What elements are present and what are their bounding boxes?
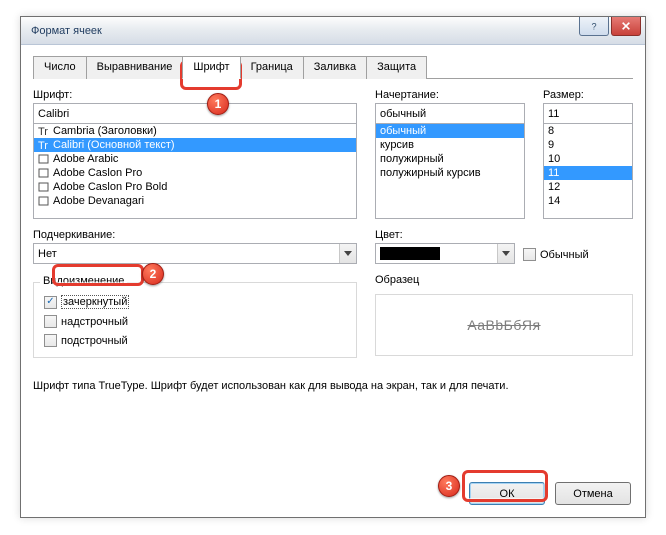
truetype-icon: Tr <box>38 126 50 137</box>
tab-border[interactable]: Граница <box>240 56 304 79</box>
underline-label: Подчеркивание: <box>33 229 357 241</box>
style-input[interactable] <box>375 103 525 124</box>
checkbox-icon <box>44 334 57 347</box>
tab-protection[interactable]: Защита <box>366 56 427 79</box>
color-swatch <box>380 247 440 260</box>
list-item[interactable]: Adobe Caslon Pro <box>34 166 356 180</box>
checkbox-icon <box>44 315 57 328</box>
size-label: Размер: <box>543 89 633 101</box>
list-item[interactable]: обычный <box>376 124 524 138</box>
truetype-icon: Tr <box>38 140 50 151</box>
list-item[interactable]: 10 <box>544 152 632 166</box>
size-list[interactable]: 8 9 10 11 12 14 <box>543 123 633 219</box>
checkbox-icon <box>44 296 57 309</box>
list-item[interactable]: 9 <box>544 138 632 152</box>
window-buttons: ? <box>577 17 641 36</box>
subscript-checkbox[interactable]: подстрочный <box>44 334 346 347</box>
sample-legend: Образец <box>375 274 633 286</box>
titlebar: Формат ячеек ? <box>21 17 645 45</box>
hint-text: Шрифт типа TrueType. Шрифт будет использ… <box>33 380 633 392</box>
sample-text: AaBbБбЯя <box>467 317 540 333</box>
underline-value: Нет <box>38 248 57 260</box>
list-item[interactable]: 12 <box>544 180 632 194</box>
superscript-label: надстрочный <box>61 316 128 328</box>
close-button[interactable] <box>611 17 641 36</box>
color-label: Цвет: <box>375 229 515 241</box>
dialog-body: Число Выравнивание Шрифт Граница Заливка… <box>21 45 645 404</box>
style-label: Начертание: <box>375 89 525 101</box>
list-item[interactable]: полужирный <box>376 152 524 166</box>
checkbox-icon <box>523 248 536 261</box>
tab-strip: Число Выравнивание Шрифт Граница Заливка… <box>33 55 633 79</box>
opentype-icon <box>38 182 50 193</box>
list-item[interactable]: Adobe Devanagari <box>34 194 356 208</box>
strike-label: зачеркнутый <box>61 295 129 309</box>
effects-group: Видоизменение зачеркнутый надстрочный <box>33 282 357 358</box>
svg-text:Tr: Tr <box>38 140 48 151</box>
list-item[interactable]: TrCambria (Заголовки) <box>34 124 356 138</box>
font-list[interactable]: TrCambria (Заголовки) TrCalibri (Основно… <box>33 123 357 219</box>
superscript-checkbox[interactable]: надстрочный <box>44 315 346 328</box>
list-item[interactable]: 11 <box>544 166 632 180</box>
list-item[interactable]: курсив <box>376 138 524 152</box>
svg-text:?: ? <box>592 21 597 31</box>
dialog-buttons: ОК Отмена <box>469 482 631 505</box>
ok-button[interactable]: ОК <box>469 482 545 505</box>
list-item[interactable]: Adobe Caslon Pro Bold <box>34 180 356 194</box>
tab-font[interactable]: Шрифт <box>182 56 240 79</box>
tab-fill[interactable]: Заливка <box>303 56 367 79</box>
chevron-down-icon <box>339 244 356 263</box>
underline-combo[interactable]: Нет <box>33 243 357 264</box>
normal-font-checkbox[interactable]: Обычный <box>523 248 589 261</box>
normal-font-label: Обычный <box>540 249 589 261</box>
dialog-title: Формат ячеек <box>31 25 102 37</box>
subscript-label: подстрочный <box>61 335 128 347</box>
list-item[interactable]: 14 <box>544 194 632 208</box>
font-input[interactable] <box>33 103 357 124</box>
help-button[interactable]: ? <box>579 17 609 36</box>
cancel-button[interactable]: Отмена <box>555 482 631 505</box>
opentype-icon <box>38 168 50 179</box>
list-item[interactable]: Adobe Arabic <box>34 152 356 166</box>
font-label: Шрифт: <box>33 89 357 101</box>
chevron-down-icon <box>497 244 514 263</box>
effects-legend: Видоизменение <box>40 275 127 287</box>
list-item[interactable]: 8 <box>544 124 632 138</box>
opentype-icon <box>38 154 50 165</box>
color-combo[interactable] <box>375 243 515 264</box>
style-list[interactable]: обычный курсив полужирный полужирный кур… <box>375 123 525 219</box>
sample-box: AaBbБбЯя <box>375 294 633 356</box>
list-item[interactable]: полужирный курсив <box>376 166 524 180</box>
strike-checkbox[interactable]: зачеркнутый <box>44 295 346 309</box>
tab-alignment[interactable]: Выравнивание <box>86 56 184 79</box>
tab-number[interactable]: Число <box>33 56 87 79</box>
size-input[interactable] <box>543 103 633 124</box>
format-cells-dialog: Формат ячеек ? Число Выравнивание Шрифт … <box>20 16 646 518</box>
svg-text:Tr: Tr <box>38 126 48 137</box>
list-item[interactable]: TrCalibri (Основной текст) <box>34 138 356 152</box>
opentype-icon <box>38 196 50 207</box>
